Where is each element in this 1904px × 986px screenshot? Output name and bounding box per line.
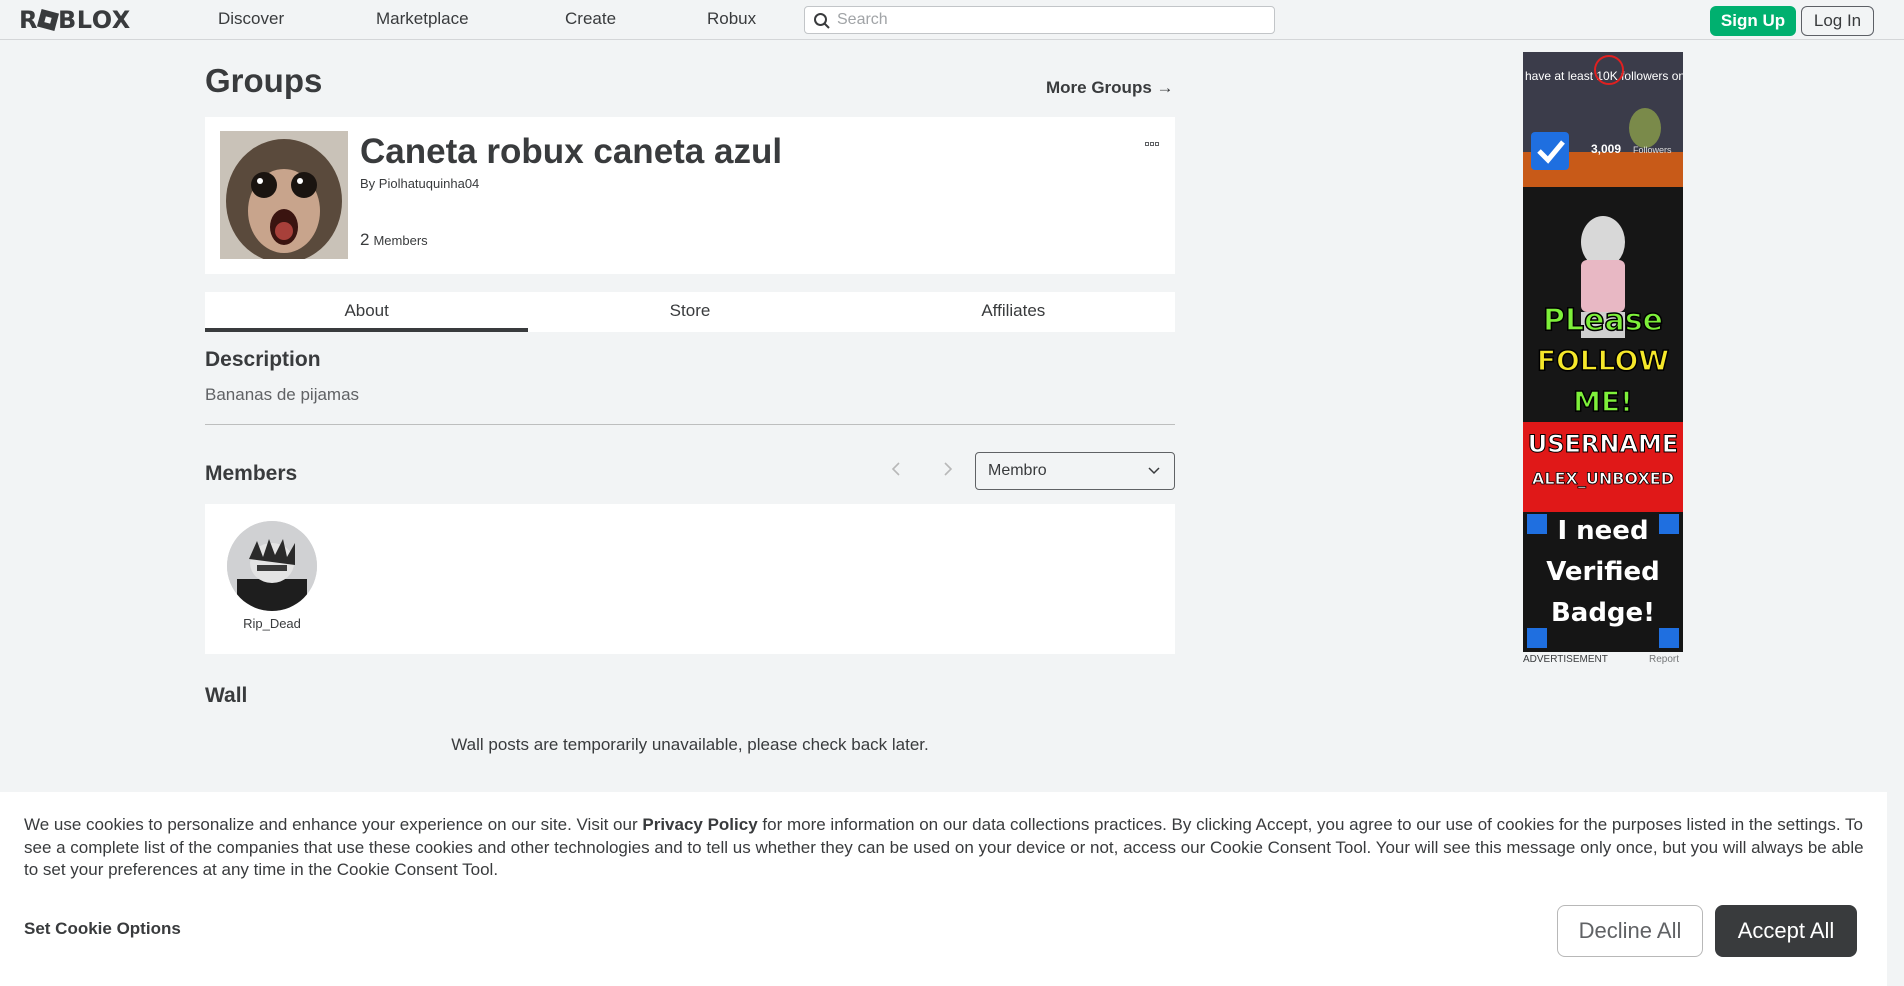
- members-label: Members: [373, 233, 428, 248]
- ad-username: ALEX_UNBOXED: [1532, 469, 1674, 488]
- cookie-message: We use cookies to personalize and enhanc…: [24, 814, 1869, 882]
- search-input[interactable]: [837, 7, 1267, 33]
- monkey-emblem-image: [220, 131, 348, 259]
- tab-affiliates[interactable]: Affiliates: [852, 292, 1175, 332]
- nav-create[interactable]: Create: [565, 9, 616, 29]
- role-select[interactable]: Membro: [975, 452, 1175, 490]
- advertisement-banner[interactable]: have at least 10K followers on Roblox. 3…: [1523, 52, 1683, 652]
- ad-me-text: ME!: [1573, 385, 1633, 418]
- ad-please-text: PLease: [1543, 303, 1663, 338]
- more-options-icon[interactable]: [1145, 133, 1163, 146]
- member-count-number: 2: [360, 230, 370, 249]
- members-list: Rip_Dead: [205, 504, 1175, 654]
- decline-all-button[interactable]: Decline All: [1557, 905, 1703, 957]
- ad-top-text: have at least 10K followers on Roblox.: [1525, 69, 1683, 83]
- chevron-down-icon: [1148, 467, 1160, 475]
- section-divider: [205, 424, 1175, 425]
- wall-heading: Wall: [205, 684, 248, 707]
- top-navigation: R BLOX Discover Marketplace Create Robux …: [0, 0, 1904, 40]
- description-heading: Description: [205, 348, 321, 371]
- ad-username-label: USERNAME: [1528, 430, 1679, 458]
- group-tabs: About Store Affiliates: [205, 292, 1175, 332]
- avatar-headshot-image: [227, 521, 317, 611]
- search-icon: [814, 13, 830, 29]
- logo-o-icon: [36, 8, 60, 32]
- privacy-policy-link[interactable]: Privacy Policy: [642, 815, 757, 834]
- ad-report-link[interactable]: Report: [1649, 654, 1679, 665]
- nav-discover[interactable]: Discover: [218, 9, 284, 29]
- search-box: [804, 6, 1275, 34]
- ad-follow-text: FOLLOW: [1537, 344, 1669, 377]
- roblox-logo[interactable]: R BLOX: [19, 7, 131, 33]
- group-owner-link[interactable]: Piolhatuquinha04: [379, 176, 479, 191]
- nav-robux[interactable]: Robux: [707, 9, 756, 29]
- nav-marketplace[interactable]: Marketplace: [376, 9, 469, 29]
- ad-caption: ADVERTISEMENT: [1523, 654, 1608, 665]
- group-name: Caneta robux caneta azul: [360, 132, 783, 171]
- page-title: Groups: [205, 62, 323, 99]
- ad-creative-image: have at least 10K followers on Roblox. 3…: [1523, 52, 1683, 652]
- wall-unavailable-message: Wall posts are temporarily unavailable, …: [451, 735, 929, 754]
- chevron-right-icon[interactable]: [941, 460, 955, 478]
- ad-followers-count: 3,009: [1591, 142, 1621, 156]
- by-label: By: [360, 176, 376, 191]
- group-emblem: [220, 131, 348, 259]
- login-button[interactable]: Log In: [1801, 6, 1874, 36]
- group-member-count: 2 Members: [360, 230, 428, 250]
- description-text: Bananas de pijamas: [205, 385, 360, 404]
- ad-badge-line2: Verified: [1546, 557, 1660, 587]
- group-owner-line: By Piolhatuquinha04: [360, 176, 479, 191]
- set-cookie-options-link[interactable]: Set Cookie Options: [24, 919, 181, 939]
- chevron-left-icon[interactable]: [889, 460, 903, 478]
- member-avatar[interactable]: [227, 521, 317, 611]
- cookie-text-before: We use cookies to personalize and enhanc…: [24, 815, 643, 834]
- role-select-value: Membro: [988, 462, 1047, 479]
- ad-followers-label: Followers: [1633, 145, 1672, 155]
- tab-about[interactable]: About: [205, 292, 529, 332]
- group-header-card: Caneta robux caneta azul By Piolhatuquin…: [205, 117, 1175, 274]
- signup-button[interactable]: Sign Up: [1710, 6, 1796, 36]
- members-heading: Members: [205, 462, 298, 485]
- cookie-banner: We use cookies to personalize and enhanc…: [0, 792, 1887, 986]
- ad-badge-line3: Badge!: [1551, 598, 1655, 628]
- more-groups-link[interactable]: More Groups →: [1046, 78, 1174, 98]
- accept-all-button[interactable]: Accept All: [1715, 905, 1857, 957]
- member-name[interactable]: Rip_Dead: [205, 616, 339, 631]
- tab-store[interactable]: Store: [528, 292, 851, 332]
- ad-badge-line1: I need: [1557, 516, 1648, 546]
